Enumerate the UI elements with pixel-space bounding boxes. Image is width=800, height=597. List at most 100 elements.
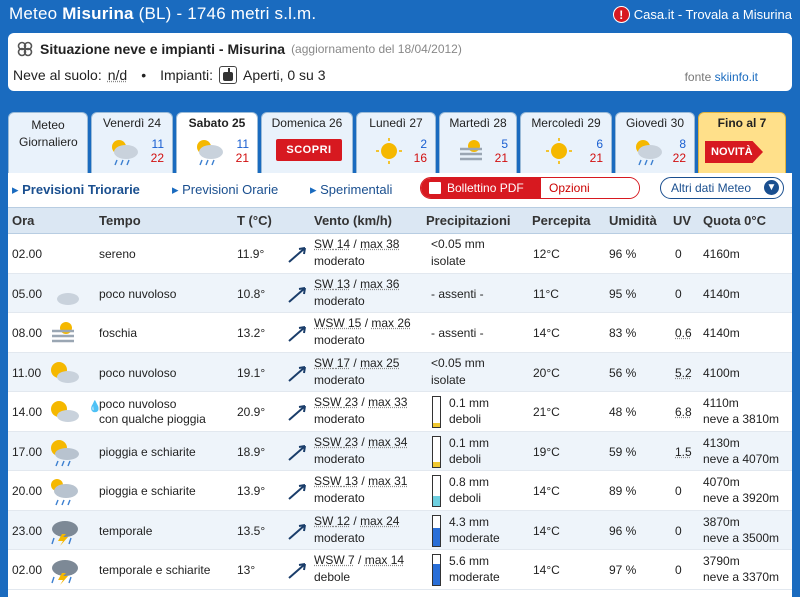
moon-icon <box>55 243 66 265</box>
tab-giovedi[interactable]: Giovedì 30 8 22 <box>615 112 695 174</box>
row-freezing-level: 4140m <box>703 326 740 340</box>
sub-navigation: Previsioni Triorarie Previsioni Orarie S… <box>8 173 792 205</box>
row-feels-like: 19°C <box>533 444 560 459</box>
tab-lunedi[interactable]: Lunedì 27 2 16 <box>356 112 436 174</box>
row-uv: 0 <box>675 484 682 498</box>
wind-arrow-icon <box>288 523 306 540</box>
row-time: 02.00 <box>12 563 43 577</box>
scopri-badge[interactable]: SCOPRI <box>276 139 342 161</box>
row-uv: 1.5 <box>675 444 692 459</box>
row-wind: SW 12 / max 24 moderato <box>314 513 400 545</box>
sun-rain-icon <box>51 439 79 466</box>
row-feels-like: 12°C <box>533 247 560 261</box>
tab-sabato[interactable]: Sabato 25 11 21 <box>176 112 258 176</box>
row-humidity: 83 % <box>609 326 637 340</box>
row-temp: 13.5° <box>237 523 266 538</box>
row-feels-like: 14°C <box>533 523 560 538</box>
row-uv: 5.2 <box>675 365 692 380</box>
row-humidity: 48 % <box>609 405 637 419</box>
ski-lift-icon <box>219 66 238 84</box>
forecast-panel: Previsioni Triorarie Previsioni Orarie S… <box>8 173 792 597</box>
row-uv: 6.8 <box>675 405 692 419</box>
row-freezing-level: 3870m neve a 3500m <box>703 514 780 545</box>
row-precip: - assenti - <box>431 326 484 340</box>
row-freezing-level: 4130m neve a 4070m <box>703 435 780 466</box>
wind-arrow-icon <box>288 326 306 342</box>
row-weather: pioggia e schiarite <box>99 484 196 498</box>
tab-fino-al-7[interactable]: Fino al 7 NOVITÀ <box>698 112 786 174</box>
row-freezing-level: 4100m <box>703 365 740 380</box>
tab-meteo-giornaliero[interactable]: Meteo Giornaliero <box>8 112 88 174</box>
source-link[interactable]: fonte skiinfo.it <box>685 70 758 84</box>
page-title: Meteo Misurina (BL) - 1746 metri s.l.m. <box>9 4 317 23</box>
row-temp: 10.8° <box>237 286 266 301</box>
row-time: 23.00 <box>12 523 43 538</box>
row-time: 11.00 <box>12 365 42 380</box>
row-wind: WSW 15 / max 26 moderato <box>314 316 411 347</box>
tab-martedi[interactable]: Martedì 28 5 21 <box>439 112 517 174</box>
moon-cloud-icon <box>54 281 79 305</box>
table-header: Ora Tempo T (°C) Vento (km/h) Precipitaz… <box>8 207 792 234</box>
row-precip: 0.1 mm deboli <box>449 396 490 426</box>
row-feels-like: 21°C <box>533 405 560 419</box>
row-wind: SW 17 / max 25 moderato <box>314 355 400 387</box>
row-humidity: 89 % <box>609 484 637 498</box>
bollettino-pdf-button[interactable]: Bollettino PDF <box>421 178 541 198</box>
wind-arrow-icon <box>288 286 306 303</box>
row-weather: poco nuvoloso <box>99 286 177 301</box>
sun-cloud-icon <box>51 401 79 422</box>
wind-arrow-icon <box>288 405 306 421</box>
wind-arrow-icon <box>288 444 306 461</box>
row-temp: 13.9° <box>237 484 266 498</box>
row-uv: 0 <box>675 523 682 538</box>
row-precip: 0.1 mm deboli <box>449 435 490 466</box>
row-temp: 18.9° <box>237 444 266 459</box>
row-time: 05.00 <box>12 286 43 301</box>
thunderstorm-icon <box>51 560 78 585</box>
table-row: 08.00 foschia 13.2° WSW 15 / max 26 moderato… <box>8 313 792 353</box>
row-weather: foschia <box>99 326 138 340</box>
row-feels-like: 14°C <box>533 563 560 577</box>
wind-arrow-icon <box>288 563 306 579</box>
fog-icon <box>52 322 74 343</box>
casa-link[interactable]: ! Casa.it - Trovala a Misurina <box>612 6 792 23</box>
table-row: 23.00 temporale 13.5° SW 12 / max 24 moderat… <box>8 510 792 550</box>
link-previsioni-orarie[interactable]: Previsioni Orarie <box>172 182 278 198</box>
cloud-rain-icon <box>51 479 78 506</box>
opzioni-button[interactable]: Opzioni <box>535 178 639 198</box>
row-humidity: 56 % <box>609 365 637 380</box>
row-weather: poco nuvoloso <box>99 365 177 380</box>
row-uv: 0.6 <box>675 326 692 340</box>
link-sperimentali[interactable]: Sperimentali <box>310 182 392 198</box>
row-freezing-level: 4070m neve a 3920m <box>703 475 780 505</box>
thunderstorm-icon <box>51 520 78 546</box>
pdf-control: Bollettino PDF Opzioni <box>420 177 640 199</box>
row-wind: SSW 23 / max 33 moderato <box>314 395 408 426</box>
row-time: 14.00 <box>12 405 43 419</box>
tab-domenica[interactable]: Domenica 26 SCOPRI <box>261 112 353 174</box>
snowflake-icon <box>17 41 33 57</box>
row-uv: 0 <box>675 563 682 577</box>
row-wind: SSW 13 / max 31 moderato <box>314 474 408 505</box>
tab-venerdi[interactable]: Venerdì 24 11 22 <box>91 112 173 174</box>
link-previsioni-triorarie[interactable]: Previsioni Triorarie <box>12 182 140 198</box>
precip-bar <box>432 554 441 586</box>
tab-mercoledi[interactable]: Mercoledì 29 6 21 <box>520 112 612 174</box>
snow-status-panel: Situazione neve e impianti - Misurina (a… <box>8 33 792 91</box>
snow-depth[interactable]: n/d <box>108 67 127 83</box>
altri-dati-button[interactable]: Altri dati Meteo ▼ <box>660 177 784 199</box>
row-humidity: 96 % <box>609 247 637 261</box>
row-feels-like: 11°C <box>533 286 559 301</box>
row-precip: 5.6 mm moderate <box>449 554 500 584</box>
wind-arrow-icon <box>288 365 306 382</box>
row-precip: 4.3 mm moderate <box>449 514 500 545</box>
row-wind: SW 13 / max 36 moderato <box>314 276 400 308</box>
fog-icon <box>460 140 482 161</box>
row-temp: 20.9° <box>237 405 266 419</box>
precip-bar <box>432 435 441 468</box>
row-humidity: 96 % <box>609 523 637 538</box>
novita-badge[interactable]: NOVITÀ <box>705 141 763 163</box>
row-wind: WSW 7 / max 14 debole <box>314 553 405 584</box>
row-freezing-level: 4110m neve a 3810m <box>703 396 780 426</box>
sun-icon <box>546 138 572 164</box>
